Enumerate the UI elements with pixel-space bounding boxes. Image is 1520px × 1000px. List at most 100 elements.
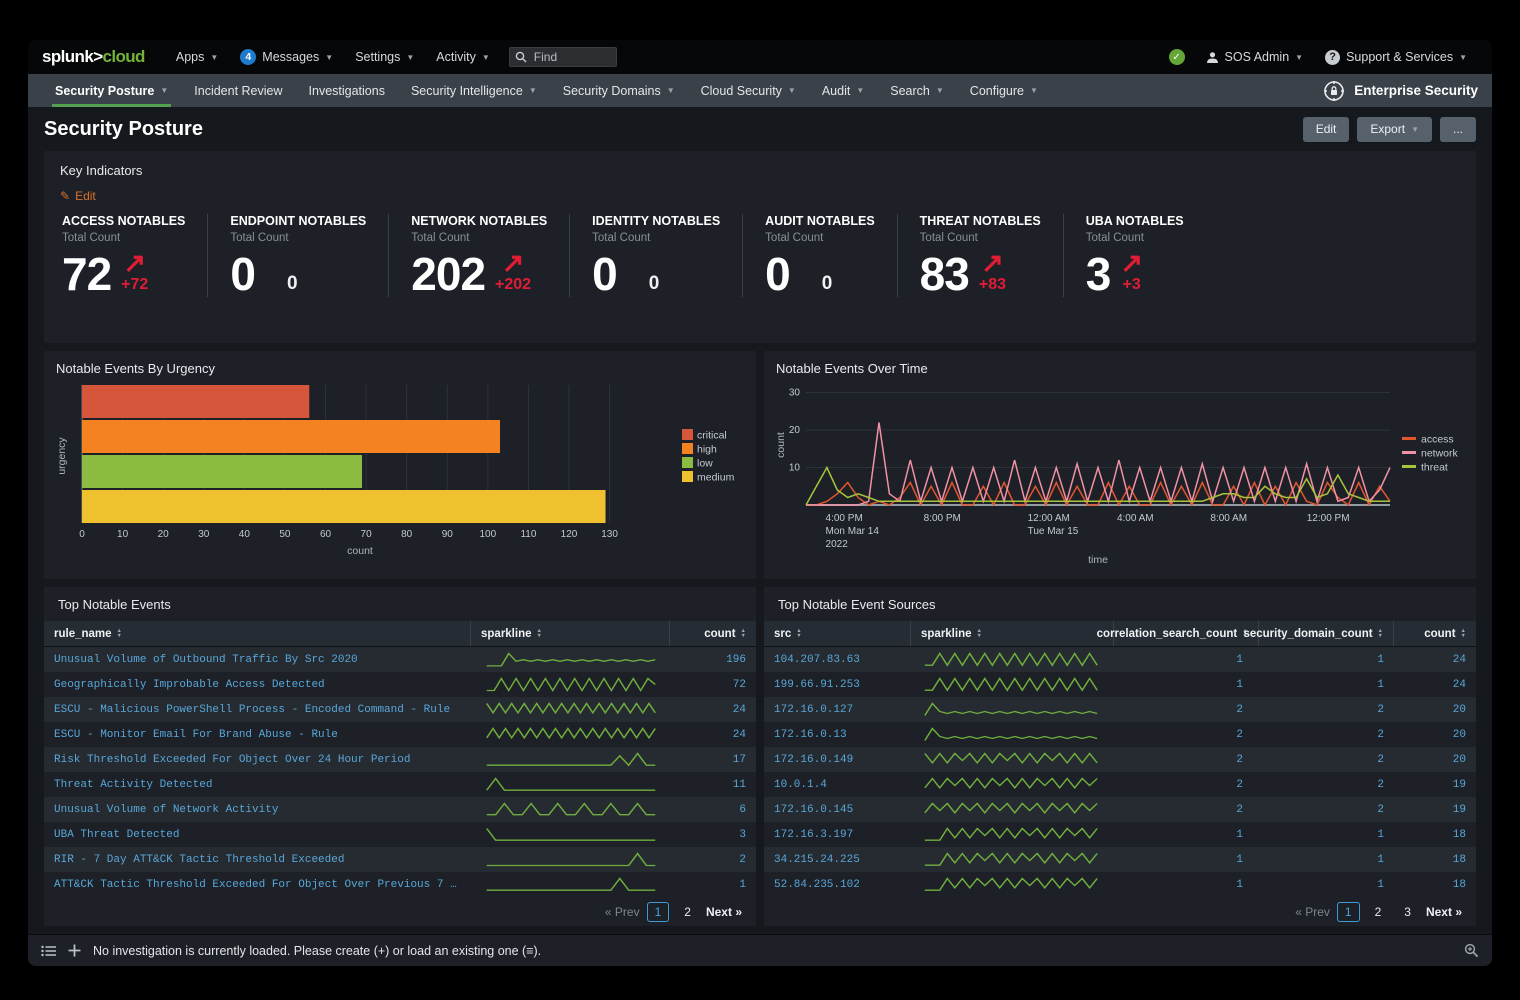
notable-event-row[interactable]: RIR - 7 Day ATT&CK Tactic Threshold Exce…	[44, 847, 756, 872]
security-domain-count[interactable]: 1	[1253, 654, 1394, 666]
notable-event-row[interactable]: Unusual Volume of Outbound Traffic By Sr…	[44, 647, 756, 672]
security-domain-count[interactable]: 2	[1253, 804, 1394, 816]
src-value[interactable]: 172.16.3.197	[774, 829, 853, 841]
export-button[interactable]: Export ▼	[1357, 116, 1432, 142]
rule-name-value[interactable]: ESCU - Malicious PowerShell Process - En…	[54, 704, 450, 716]
correlation-search-count[interactable]: 2	[1112, 804, 1253, 816]
tab-security-intelligence[interactable]: Security Intelligence ▼	[398, 74, 550, 107]
tab-audit[interactable]: Audit ▼	[809, 74, 877, 107]
notable-event-row[interactable]: UBA Threat Detected 3	[44, 822, 756, 847]
legend-swatch-threat[interactable]	[1402, 465, 1416, 468]
legend-swatch-high[interactable]	[682, 443, 693, 454]
event-source-row[interactable]: 172.16.3.197 1 1 18	[764, 822, 1476, 847]
rule-name-value[interactable]: Unusual Volume of Network Activity	[54, 804, 278, 816]
src[interactable]: 172.16.3.197	[764, 829, 910, 841]
correlation-search-count[interactable]: 1	[1112, 829, 1253, 841]
rule-name-value[interactable]: ESCU - Monitor Email For Brand Abuse - R…	[54, 729, 338, 741]
correlation-search-count[interactable]: 1	[1112, 679, 1253, 691]
edit-indicators-link[interactable]: ✎ Edit	[60, 189, 96, 203]
pagination-prev[interactable]: « Prev	[1295, 905, 1330, 919]
count[interactable]: 18	[1394, 879, 1476, 891]
count[interactable]: 24	[670, 729, 756, 741]
tab-cloud-security[interactable]: Cloud Security ▼	[688, 74, 809, 107]
count[interactable]: 24	[1394, 654, 1476, 666]
tab-investigations[interactable]: Investigations	[296, 74, 398, 107]
user-menu[interactable]: SOS Admin ▼	[1195, 40, 1315, 74]
pagination-next[interactable]: Next »	[706, 905, 742, 919]
count[interactable]: 2	[670, 854, 756, 866]
rule-name-value[interactable]: Geographically Improbable Access Detecte…	[54, 679, 325, 691]
count[interactable]: 20	[1394, 704, 1476, 716]
rule-name[interactable]: ATT&CK Tactic Threshold Exceeded For Obj…	[44, 879, 472, 891]
src-value[interactable]: 172.16.0.127	[774, 704, 853, 716]
kpi-endpoint-notables[interactable]: ENDPOINT NOTABLES Total Count 0 0	[208, 214, 390, 297]
notable-event-row[interactable]: Unusual Volume of Network Activity 6	[44, 797, 756, 822]
event-source-row[interactable]: 10.0.1.4 2 2 19	[764, 772, 1476, 797]
correlation-search-count[interactable]: 2	[1112, 704, 1253, 716]
correlation-search-count[interactable]: 2	[1112, 729, 1253, 741]
event-source-row[interactable]: 172.16.0.127 2 2 20	[764, 697, 1476, 722]
bar-low[interactable]	[82, 455, 363, 488]
column-header-security-domain-count[interactable]: security_domain_count ▲ ▼	[1243, 621, 1393, 646]
event-source-row[interactable]: 199.66.91.253 1 1 24	[764, 672, 1476, 697]
rule-name[interactable]: Risk Threshold Exceeded For Object Over …	[44, 754, 472, 766]
zoom-in-icon[interactable]	[1464, 943, 1479, 958]
rule-name-value[interactable]: UBA Threat Detected	[54, 829, 179, 841]
nav-settings[interactable]: Settings ▼	[344, 40, 425, 74]
src[interactable]: 52.84.235.102	[764, 879, 910, 891]
notable-event-row[interactable]: Geographically Improbable Access Detecte…	[44, 672, 756, 697]
column-header-correlation-search-count[interactable]: correlation_search_count ▲ ▼	[1097, 621, 1258, 646]
pagination-page-2[interactable]: 2	[676, 902, 699, 922]
investigation-list-icon[interactable]	[41, 945, 56, 957]
notable-event-row[interactable]: ESCU - Monitor Email For Brand Abuse - R…	[44, 722, 756, 747]
notable-event-row[interactable]: Risk Threshold Exceeded For Object Over …	[44, 747, 756, 772]
rule-name-value[interactable]: Risk Threshold Exceeded For Object Over …	[54, 754, 410, 766]
kpi-identity-notables[interactable]: IDENTITY NOTABLES Total Count 0 0	[570, 214, 744, 297]
rule-name[interactable]: UBA Threat Detected	[44, 829, 472, 841]
kpi-uba-notables[interactable]: UBA NOTABLES Total Count 3 ↗ +3	[1064, 214, 1206, 297]
count[interactable]: 17	[670, 754, 756, 766]
count[interactable]: 18	[1394, 829, 1476, 841]
security-domain-count[interactable]: 2	[1253, 704, 1394, 716]
count[interactable]: 11	[670, 779, 756, 791]
src[interactable]: 172.16.0.149	[764, 754, 910, 766]
legend-swatch-network[interactable]	[1402, 451, 1416, 454]
rule-name[interactable]: Unusual Volume of Outbound Traffic By Sr…	[44, 654, 472, 666]
correlation-search-count[interactable]: 2	[1112, 779, 1253, 791]
count[interactable]: 19	[1394, 779, 1476, 791]
count[interactable]: 72	[670, 679, 756, 691]
src-value[interactable]: 10.0.1.4	[774, 779, 827, 791]
legend-swatch-low[interactable]	[682, 457, 693, 468]
correlation-search-count[interactable]: 2	[1112, 754, 1253, 766]
bar-medium[interactable]	[82, 490, 606, 523]
edit-button[interactable]: Edit	[1302, 116, 1350, 142]
src[interactable]: 34.215.24.225	[764, 854, 910, 866]
notable-event-row[interactable]: ESCU - Malicious PowerShell Process - En…	[44, 697, 756, 722]
count[interactable]: 24	[1394, 679, 1476, 691]
column-header-sparkline[interactable]: sparkline ▲ ▼	[470, 621, 669, 646]
rule-name-value[interactable]: RIR - 7 Day ATT&CK Tactic Threshold Exce…	[54, 854, 344, 866]
event-source-row[interactable]: 172.16.0.13 2 2 20	[764, 722, 1476, 747]
rule-name[interactable]: ESCU - Monitor Email For Brand Abuse - R…	[44, 729, 472, 741]
kpi-access-notables[interactable]: ACCESS NOTABLES Total Count 72 ↗ +72	[60, 214, 209, 297]
count[interactable]: 19	[1394, 804, 1476, 816]
tab-search[interactable]: Search ▼	[877, 74, 957, 107]
enterprise-security-brand[interactable]: Enterprise Security	[1323, 74, 1478, 107]
create-investigation-icon[interactable]	[68, 944, 81, 957]
src-value[interactable]: 52.84.235.102	[774, 879, 860, 891]
src-value[interactable]: 172.16.0.149	[774, 754, 853, 766]
count[interactable]: 1	[670, 879, 756, 891]
column-header-src[interactable]: src ▲ ▼	[764, 621, 910, 646]
src[interactable]: 10.0.1.4	[764, 779, 910, 791]
rule-name[interactable]: Geographically Improbable Access Detecte…	[44, 679, 472, 691]
security-domain-count[interactable]: 1	[1253, 679, 1394, 691]
tab-incident-review[interactable]: Incident Review	[181, 74, 295, 107]
tab-security-posture[interactable]: Security Posture ▼	[42, 74, 181, 107]
src-value[interactable]: 199.66.91.253	[774, 679, 860, 691]
nav-messages[interactable]: 4 Messages ▼	[229, 40, 344, 74]
pagination-page-1[interactable]: 1	[646, 901, 670, 922]
nav-apps[interactable]: Apps ▼	[165, 40, 229, 74]
count[interactable]: 6	[670, 804, 756, 816]
rule-name[interactable]: Unusual Volume of Network Activity	[44, 804, 472, 816]
src-value[interactable]: 104.207.83.63	[774, 654, 860, 666]
